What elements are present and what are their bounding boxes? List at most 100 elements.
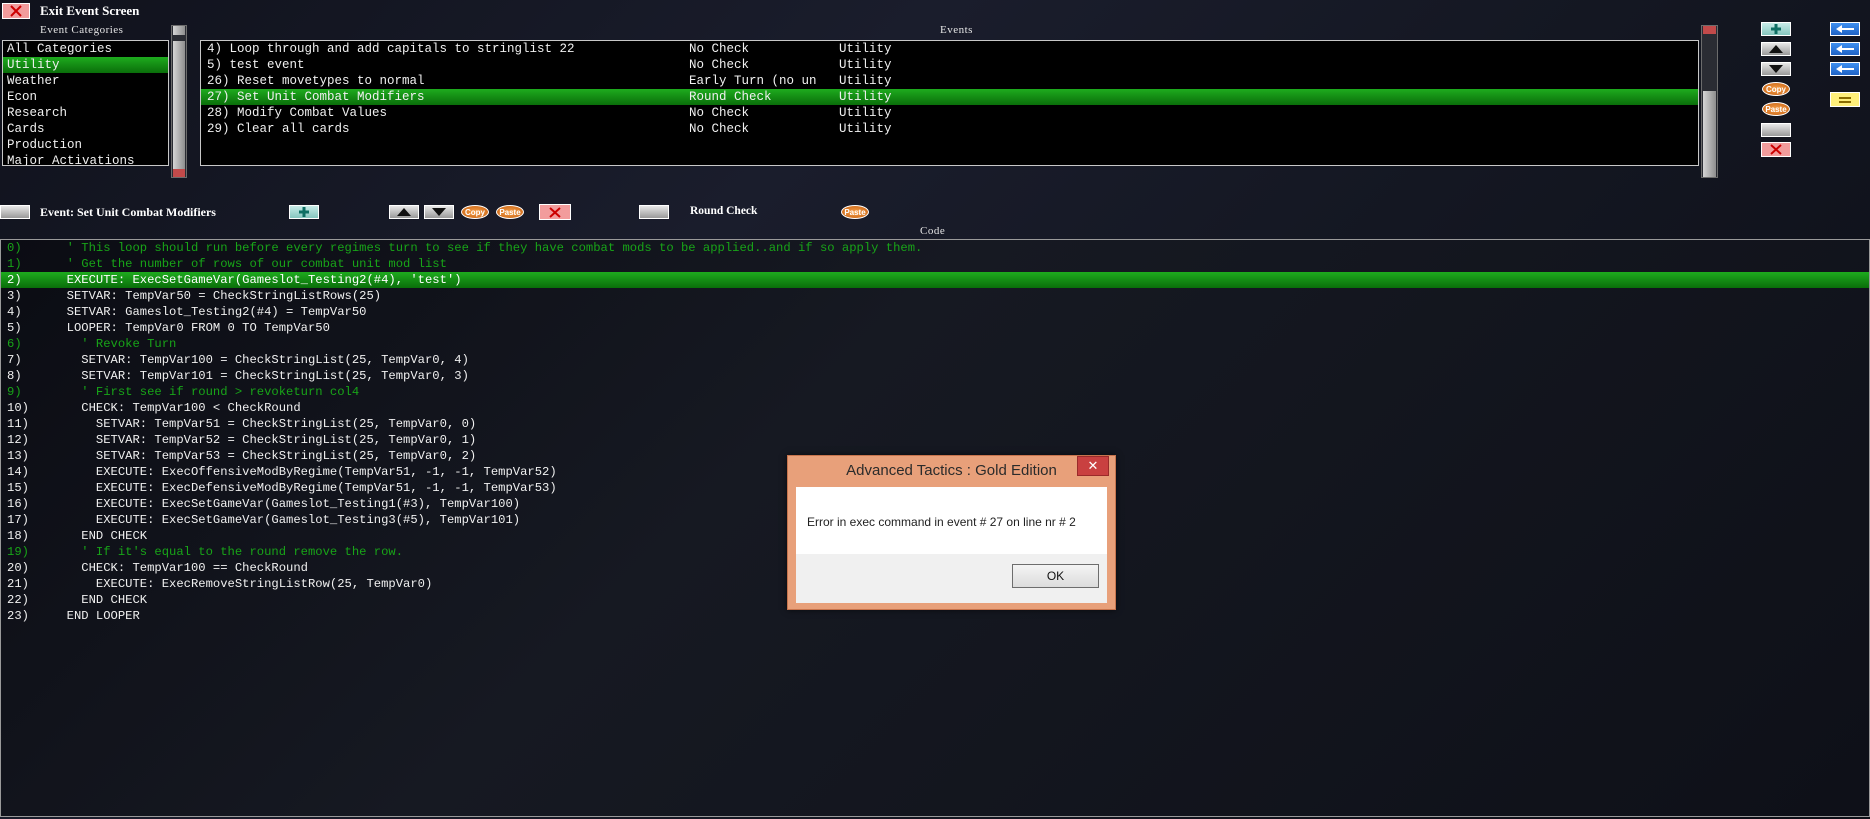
code-line[interactable]: 23) END LOOPER	[1, 608, 1869, 624]
line-code: ' Get the number of rows of our combat u…	[52, 257, 447, 271]
line-code: END LOOPER	[52, 609, 140, 623]
line-number: 1)	[7, 257, 22, 271]
plus-icon	[1771, 24, 1781, 34]
code-line[interactable]: 5) LOOPER: TempVar0 FROM 0 TO TempVar50	[1, 320, 1869, 336]
category-item[interactable]: Econ	[3, 89, 168, 105]
categories-title: Event Categories	[40, 24, 124, 36]
move-line-up-button[interactable]	[389, 205, 419, 219]
line-number: 23)	[7, 609, 29, 623]
back-button-3[interactable]	[1830, 62, 1860, 76]
code-line[interactable]: 7) SETVAR: TempVar100 = CheckStringList(…	[1, 352, 1869, 368]
event-row[interactable]: 4) Loop through and add capitals to stri…	[201, 41, 1698, 57]
dialog-message: Error in exec command in event # 27 on l…	[807, 515, 1076, 529]
event-name-button[interactable]	[0, 205, 30, 219]
copy-event-button[interactable]: Copy	[1762, 82, 1790, 96]
code-line[interactable]: 12) SETVAR: TempVar52 = CheckStringList(…	[1, 432, 1869, 448]
ok-button[interactable]: OK	[1012, 564, 1099, 588]
move-event-up-button[interactable]	[1761, 42, 1791, 56]
arrow-left-icon	[1836, 45, 1854, 53]
code-line[interactable]: 11) SETVAR: TempVar51 = CheckStringList(…	[1, 416, 1869, 432]
code-line[interactable]: 1) ' Get the number of rows of our comba…	[1, 256, 1869, 272]
scroll-down-button[interactable]	[1703, 169, 1716, 177]
code-line[interactable]: 2) EXECUTE: ExecSetGameVar(Gameslot_Test…	[1, 272, 1869, 288]
event-name-cell: 28) Modify Combat Values	[207, 106, 388, 120]
category-item[interactable]: Cards	[3, 121, 168, 137]
line-code: ' First see if round > revoketurn col4	[52, 385, 360, 399]
code-line[interactable]: 0) ' This loop should run before every r…	[1, 240, 1869, 256]
category-item[interactable]: Major Activations	[3, 153, 168, 165]
category-item[interactable]: Production	[3, 137, 168, 153]
paste-check-button[interactable]: Paste	[841, 205, 869, 219]
code-line[interactable]: 9) ' First see if round > revoketurn col…	[1, 384, 1869, 400]
line-code: EXECUTE: ExecDefensiveModByRegime(TempVa…	[52, 481, 557, 495]
scroll-up-button[interactable]	[173, 26, 185, 35]
line-number: 15)	[7, 481, 29, 495]
delete-event-button[interactable]	[1761, 142, 1791, 157]
arrow-up-icon	[1769, 45, 1783, 53]
line-number: 21)	[7, 577, 29, 591]
category-item[interactable]: Utility	[3, 57, 168, 73]
close-icon: ✕	[1087, 458, 1099, 473]
event-row[interactable]: 27) Set Unit Combat Modifiers Round Check…	[201, 89, 1698, 105]
event-row[interactable]: 5) test event No Check Utility	[201, 57, 1698, 73]
event-category-cell: Utility	[839, 58, 892, 72]
code-line[interactable]: 10) CHECK: TempVar100 < CheckRound	[1, 400, 1869, 416]
code-line[interactable]: 3) SETVAR: TempVar50 = CheckStringListRo…	[1, 288, 1869, 304]
equals-icon	[1839, 96, 1851, 103]
scroll-thumb[interactable]	[173, 41, 185, 169]
event-row[interactable]: 28) Modify Combat Values No Check Utility	[201, 105, 1698, 121]
category-item[interactable]: Research	[3, 105, 168, 121]
arrow-left-icon	[1836, 65, 1854, 73]
add-event-button[interactable]	[1761, 22, 1791, 36]
line-code: ' Revoke Turn	[52, 337, 177, 351]
line-code: SETVAR: TempVar52 = CheckStringList(25, …	[52, 433, 477, 447]
categories-list[interactable]: All Categories Utility Weather Econ Research…	[2, 40, 169, 166]
check-type-button[interactable]	[639, 205, 669, 219]
line-code: EXECUTE: ExecRemoveStringListRow(25, Tem…	[52, 577, 433, 591]
line-number: 18)	[7, 529, 29, 543]
category-item[interactable]: Weather	[3, 73, 168, 89]
paste-line-button[interactable]: Paste	[496, 205, 524, 219]
events-list[interactable]: 4) Loop through and add capitals to stri…	[200, 40, 1699, 166]
event-category-cell: Utility	[839, 74, 892, 88]
blank-button[interactable]	[1761, 123, 1791, 137]
events-scrollbar[interactable]	[1701, 25, 1718, 178]
back-button-2[interactable]	[1830, 42, 1860, 56]
back-button-1[interactable]	[1830, 22, 1860, 36]
code-line[interactable]: 6) ' Revoke Turn	[1, 336, 1869, 352]
dialog-title: Advanced Tactics : Gold Edition	[846, 462, 1057, 479]
line-code: SETVAR: TempVar51 = CheckStringList(25, …	[52, 417, 477, 431]
line-number: 11)	[7, 417, 29, 431]
code-line[interactable]: 4) SETVAR: Gameslot_Testing2(#4) = TempV…	[1, 304, 1869, 320]
move-event-down-button[interactable]	[1761, 62, 1791, 76]
scroll-up-button[interactable]	[1703, 26, 1716, 34]
line-code: END CHECK	[52, 593, 148, 607]
event-check-cell: Round Check	[689, 90, 772, 104]
event-check-cell: No Check	[689, 122, 750, 136]
scroll-down-button[interactable]	[173, 169, 185, 177]
close-icon	[549, 206, 561, 218]
event-check-cell: No Check	[689, 42, 750, 56]
line-code: CHECK: TempVar100 < CheckRound	[52, 401, 301, 415]
exit-label: Exit Event Screen	[40, 3, 140, 18]
delete-line-button[interactable]	[539, 204, 571, 220]
exit-button[interactable]	[2, 3, 30, 19]
equals-button[interactable]	[1830, 92, 1860, 107]
line-number: 9)	[7, 385, 22, 399]
line-number: 16)	[7, 497, 29, 511]
category-item[interactable]: All Categories	[3, 41, 168, 57]
code-line[interactable]: 8) SETVAR: TempVar101 = CheckStringList(…	[1, 368, 1869, 384]
event-check-cell: No Check	[689, 58, 750, 72]
copy-line-button[interactable]: Copy	[461, 205, 489, 219]
add-line-button[interactable]	[289, 205, 319, 219]
paste-event-button[interactable]: Paste	[1762, 102, 1790, 116]
line-number: 3)	[7, 289, 22, 303]
dialog-close-button[interactable]: ✕	[1077, 456, 1109, 476]
event-name-cell: 29) Clear all cards	[207, 122, 350, 136]
event-row[interactable]: 26) Reset movetypes to normal Early Turn …	[201, 73, 1698, 89]
event-category-cell: Utility	[839, 106, 892, 120]
move-line-down-button[interactable]	[424, 205, 454, 219]
event-row[interactable]: 29) Clear all cards No Check Utility	[201, 121, 1698, 137]
categories-scrollbar[interactable]	[171, 25, 187, 178]
scroll-thumb[interactable]	[1703, 91, 1716, 171]
